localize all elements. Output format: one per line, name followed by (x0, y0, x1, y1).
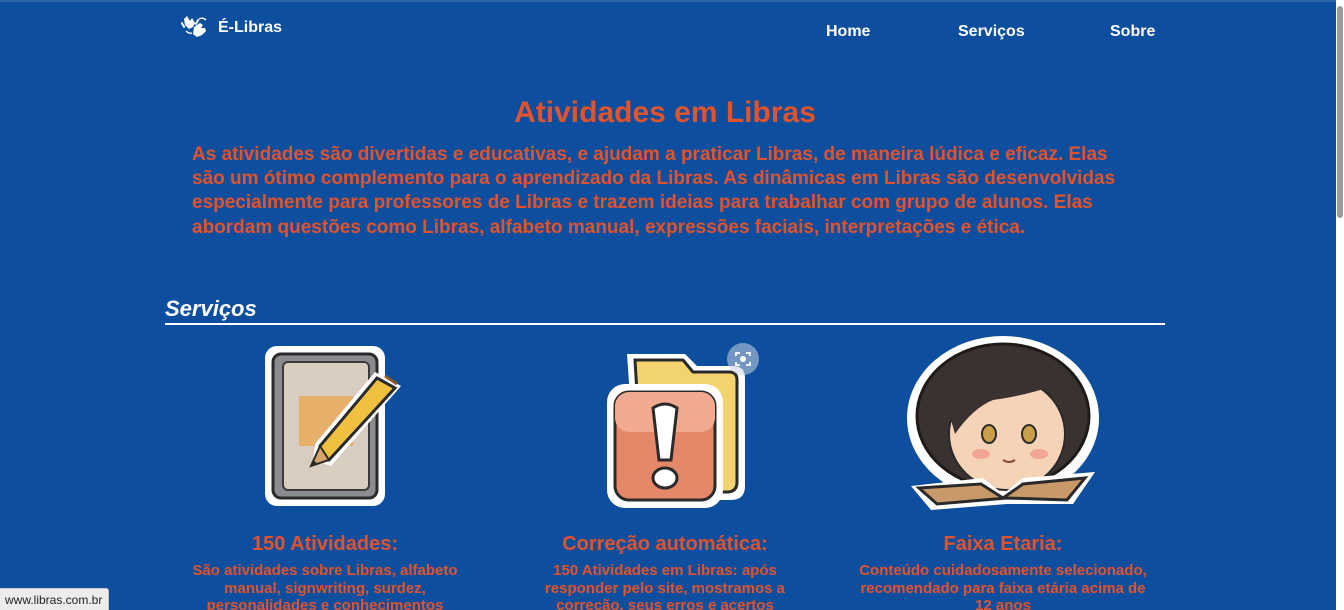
service-title: Faixa Etaria: (943, 533, 1063, 555)
vertical-scrollbar[interactable] (1336, 0, 1344, 610)
link-status-bar: www.libras.com.br (0, 588, 110, 610)
image-search-lens-button[interactable] (727, 343, 759, 375)
main-nav: Home Serviços Sobre (0, 23, 1336, 43)
page: É-Libras Home Serviços Sobre Atividades … (0, 0, 1336, 610)
service-card-age-range: Faixa Etaria: Conteúdo cuidadosamente se… (843, 336, 1163, 610)
scrollbar-thumb[interactable] (1337, 6, 1343, 218)
service-title: Correção automática: (562, 533, 768, 555)
page-title: Atividades em Libras (514, 96, 816, 129)
nav-services-link[interactable]: Serviços (958, 23, 1025, 41)
service-description: Conteúdo cuidadosamente selecionado, rec… (859, 562, 1147, 610)
navbar: É-Libras Home Serviços Sobre (0, 0, 1336, 60)
section-divider (165, 323, 1165, 325)
service-description: São atividades sobre Libras, alfabeto ma… (192, 562, 458, 610)
camera-lens-icon (735, 352, 751, 366)
notebook-pencil-icon (265, 346, 401, 506)
service-card-correction: Correção automática: 150 Atividades em L… (505, 336, 825, 610)
girl-avatar-icon (907, 336, 1099, 510)
nav-about-link[interactable]: Sobre (1110, 23, 1155, 41)
nav-home-link[interactable]: Home (826, 23, 870, 41)
service-description: 150 Atividades em Libras: após responder… (544, 562, 786, 610)
service-title: 150 Atividades: (252, 533, 398, 555)
service-card-activities: 150 Atividades: São atividades sobre Lib… (165, 336, 485, 610)
services-heading: Serviços (165, 296, 257, 321)
intro-paragraph: As atividades são divertidas e educativa… (192, 144, 1116, 238)
